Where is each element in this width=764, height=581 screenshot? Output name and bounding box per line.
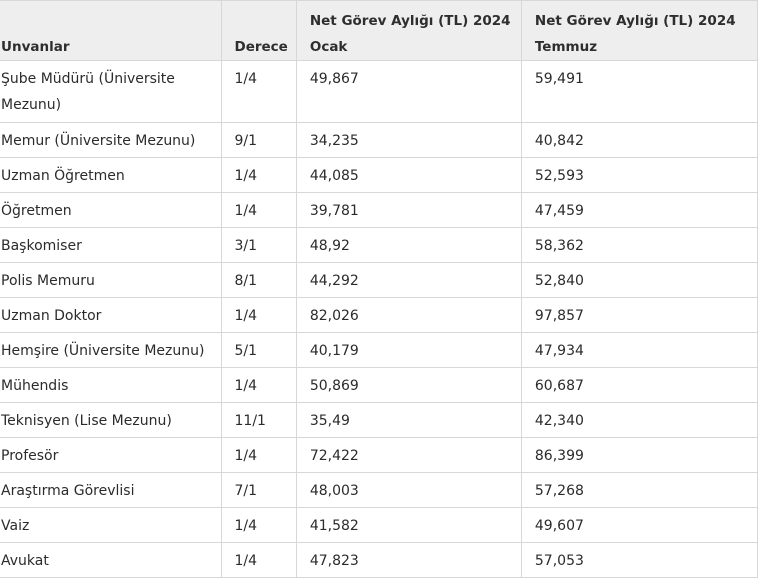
cell-unvan: Teknisyen (Lise Mezunu)	[0, 402, 222, 438]
cell-unvan: Uzman Doktor	[0, 297, 222, 333]
cell-unvan: Profesör	[0, 437, 222, 473]
cell-temmuz: 52,593	[520, 157, 759, 193]
cell-derece: 1/4	[220, 192, 297, 228]
cell-unvan: Uzman Öğretmen	[0, 157, 222, 193]
cell-derece: 1/4	[220, 542, 297, 578]
cell-unvan: Memur (Üniversite Mezunu)	[0, 122, 222, 158]
cell-ocak: 35,49	[295, 402, 522, 438]
cell-ocak: 49,867	[295, 60, 522, 123]
table-row: Memur (Üniversite Mezunu) 9/1 34,235 40,842	[0, 122, 759, 158]
cell-unvan: Vaiz	[0, 507, 222, 543]
cell-ocak: 47,823	[295, 542, 522, 578]
cell-ocak: 48,003	[295, 472, 522, 508]
table-row: Vaiz 1/4 41,582 49,607	[0, 507, 759, 543]
table-row: Mühendis 1/4 50,869 60,687	[0, 367, 759, 403]
cell-derece: 7/1	[220, 472, 297, 508]
table-row: Profesör 1/4 72,422 86,399	[0, 437, 759, 473]
cell-derece: 1/4	[220, 367, 297, 403]
cell-temmuz: 52,840	[520, 262, 759, 298]
header-temmuz-line2: Temmuz	[534, 39, 598, 55]
table-row: Uzman Öğretmen 1/4 44,085 52,593	[0, 157, 759, 193]
header-unvanlar-label: Unvanlar	[1, 39, 70, 55]
cell-temmuz: 59,491	[520, 60, 759, 123]
cell-temmuz: 42,340	[520, 402, 759, 438]
cell-ocak: 39,781	[295, 192, 522, 228]
cell-ocak: 44,292	[295, 262, 522, 298]
cell-unvan: Mühendis	[0, 367, 222, 403]
table-row: Öğretmen 1/4 39,781 47,459	[0, 192, 759, 228]
header-ocak-line2: Ocak	[309, 39, 348, 55]
cell-ocak: 34,235	[295, 122, 522, 158]
cell-derece: 9/1	[220, 122, 297, 158]
cell-unvan: Avukat	[0, 542, 222, 578]
cell-ocak: 82,026	[295, 297, 522, 333]
table-row: Hemşire (Üniversite Mezunu) 5/1 40,179 47,9…	[0, 332, 759, 368]
cell-unvan: Araştırma Görevlisi	[0, 472, 222, 508]
header-unvanlar: Unvanlar	[0, 0, 222, 61]
table-body: Şube Müdürü (Üniversite Mezunu) 1/4 49,867…	[0, 60, 759, 578]
cell-temmuz: 49,607	[520, 507, 759, 543]
table-row: Teknisyen (Lise Mezunu) 11/1 35,49 42,340	[0, 402, 759, 438]
cell-temmuz: 47,934	[520, 332, 759, 368]
cell-ocak: 41,582	[295, 507, 522, 543]
cell-derece: 11/1	[220, 402, 297, 438]
cell-ocak: 44,085	[295, 157, 522, 193]
cell-ocak: 50,869	[295, 367, 522, 403]
cell-unvan: Hemşire (Üniversite Mezunu)	[0, 332, 222, 368]
cell-temmuz: 47,459	[520, 192, 759, 228]
cell-unvan: Başkomiser	[0, 227, 222, 263]
cell-derece: 1/4	[220, 437, 297, 473]
header-derece: Derece	[220, 0, 297, 61]
cell-derece: 5/1	[220, 332, 297, 368]
table-row: Başkomiser 3/1 48,92 58,362	[0, 227, 759, 263]
cell-derece: 1/4	[220, 507, 297, 543]
cell-ocak: 40,179	[295, 332, 522, 368]
table-header: Unvanlar Derece Net Görev Aylığı (TL) 20…	[0, 0, 759, 61]
header-temmuz: Net Görev Aylığı (TL) 2024 Temmuz	[520, 0, 759, 61]
cell-temmuz: 86,399	[520, 437, 759, 473]
cell-derece: 1/4	[220, 157, 297, 193]
header-temmuz-line1: Net Görev Aylığı (TL) 2024	[534, 13, 736, 29]
cell-temmuz: 60,687	[520, 367, 759, 403]
table-row: Avukat 1/4 47,823 57,053	[0, 542, 759, 578]
cell-ocak: 48,92	[295, 227, 522, 263]
header-derece-label: Derece	[234, 39, 288, 55]
cell-temmuz: 58,362	[520, 227, 759, 263]
cell-derece: 3/1	[220, 227, 297, 263]
cell-ocak: 72,422	[295, 437, 522, 473]
table-row: Şube Müdürü (Üniversite Mezunu) 1/4 49,867…	[0, 60, 759, 123]
header-row: Unvanlar Derece Net Görev Aylığı (TL) 20…	[0, 0, 759, 61]
header-ocak: Net Görev Aylığı (TL) 2024 Ocak	[295, 0, 522, 61]
header-ocak-line1: Net Görev Aylığı (TL) 2024	[309, 13, 511, 29]
table-row: Araştırma Görevlisi 7/1 48,003 57,268	[0, 472, 759, 508]
cell-derece: 8/1	[220, 262, 297, 298]
cell-unvan: Öğretmen	[0, 192, 222, 228]
table-row: Uzman Doktor 1/4 82,026 97,857	[0, 297, 759, 333]
salary-table: Unvanlar Derece Net Görev Aylığı (TL) 20…	[0, 0, 759, 578]
cell-temmuz: 57,268	[520, 472, 759, 508]
cell-temmuz: 40,842	[520, 122, 759, 158]
cell-temmuz: 97,857	[520, 297, 759, 333]
table-row: Polis Memuru 8/1 44,292 52,840	[0, 262, 759, 298]
cell-unvan: Şube Müdürü (Üniversite Mezunu)	[0, 60, 222, 123]
cell-unvan: Polis Memuru	[0, 262, 222, 298]
cell-derece: 1/4	[220, 297, 297, 333]
cell-derece: 1/4	[220, 60, 297, 123]
cell-temmuz: 57,053	[520, 542, 759, 578]
